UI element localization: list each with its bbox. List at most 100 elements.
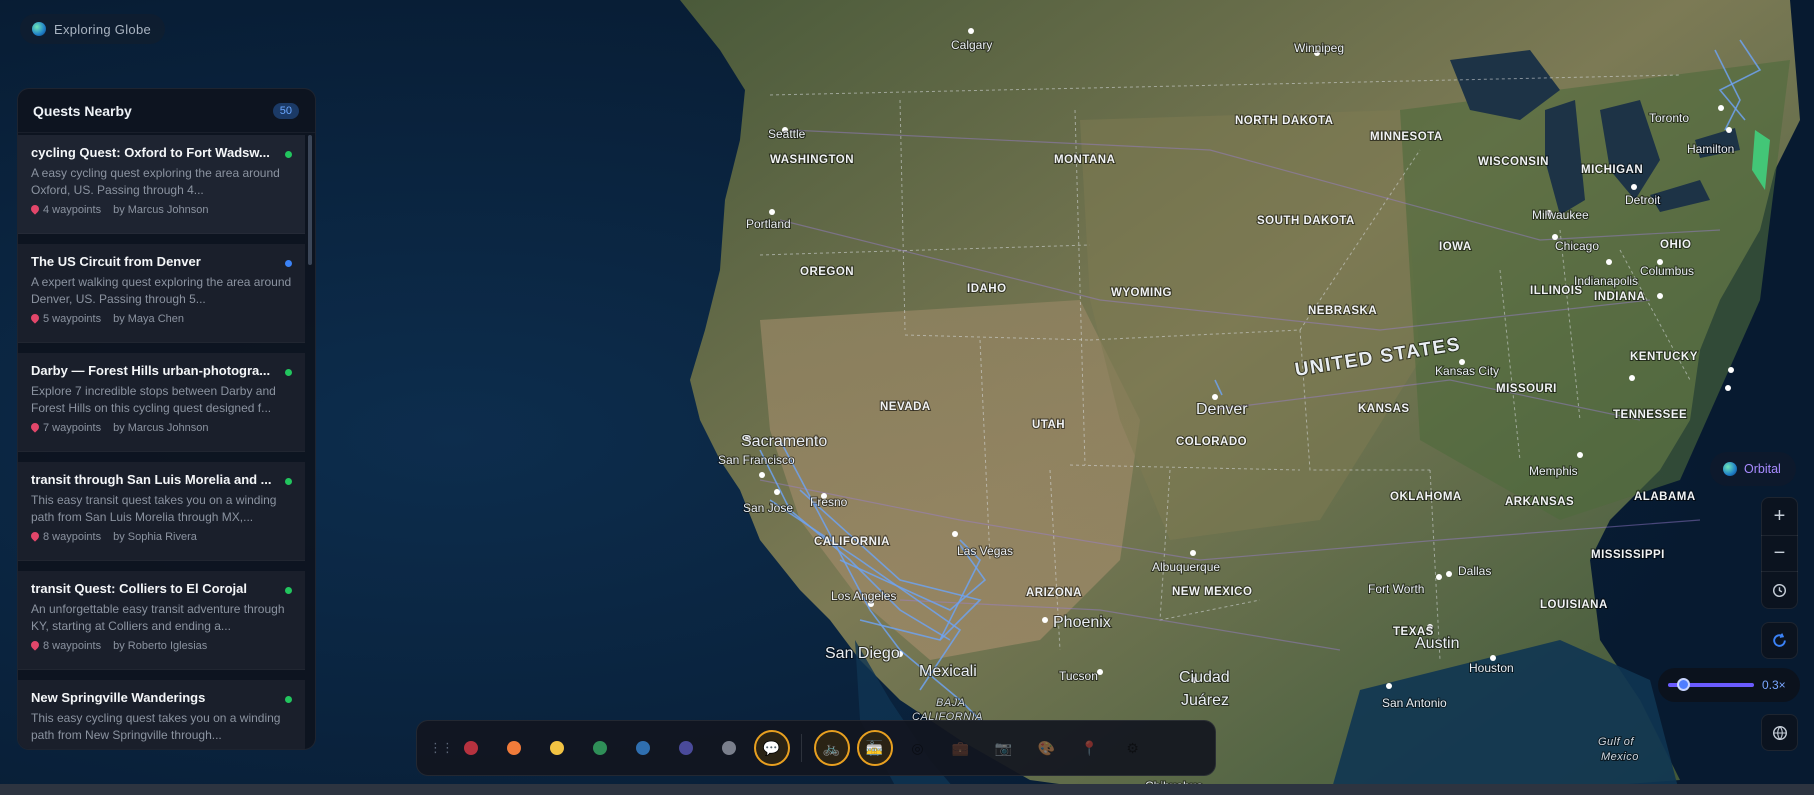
svg-text:Calgary: Calgary bbox=[951, 38, 992, 52]
globe-outline-icon bbox=[1772, 725, 1787, 740]
quest-list-scrollbar[interactable] bbox=[308, 135, 312, 265]
dot-indigo-icon bbox=[678, 741, 693, 755]
quests-panel-title: Quests Nearby bbox=[33, 102, 132, 119]
dot-blue-icon bbox=[635, 741, 650, 755]
svg-text:Fort Worth: Fort Worth bbox=[1368, 582, 1424, 596]
transit-button[interactable]: 🚋 bbox=[856, 730, 893, 766]
svg-text:NEBRASKA: NEBRASKA bbox=[1308, 305, 1377, 317]
dot-yellow-icon bbox=[549, 741, 564, 755]
bike-button[interactable]: 🚲 bbox=[813, 730, 850, 766]
zoom-out-button[interactable]: − bbox=[1761, 534, 1798, 572]
globe-view-button[interactable] bbox=[1761, 714, 1798, 751]
svg-text:MONTANA: MONTANA bbox=[1054, 154, 1115, 166]
svg-text:Juárez: Juárez bbox=[1181, 692, 1229, 709]
dot-orange-button[interactable] bbox=[496, 730, 532, 766]
quest-title: New Springville Wanderings bbox=[31, 690, 206, 705]
speed-value: 0.3× bbox=[1762, 678, 1786, 692]
orbital-mode-button[interactable]: Orbital bbox=[1710, 452, 1796, 486]
speed-slider[interactable] bbox=[1668, 678, 1754, 691]
quest-card[interactable]: cycling Quest: Oxford to Fort Wadsw... A … bbox=[18, 135, 305, 234]
quest-meta: 7 waypoints by Marcus Johnson bbox=[31, 422, 293, 434]
svg-text:Phoenix: Phoenix bbox=[1053, 614, 1111, 631]
auto-rotate-button[interactable] bbox=[1761, 622, 1798, 659]
dot-red-icon bbox=[463, 741, 478, 755]
svg-text:SOUTH DAKOTA: SOUTH DAKOTA bbox=[1257, 215, 1355, 227]
quest-list[interactable]: cycling Quest: Oxford to Fort Wadsw... A … bbox=[18, 135, 305, 749]
svg-text:ARKANSAS: ARKANSAS bbox=[1505, 496, 1574, 508]
svg-text:Austin: Austin bbox=[1415, 635, 1459, 652]
svg-text:Memphis: Memphis bbox=[1529, 464, 1578, 478]
dot-indigo-button[interactable] bbox=[668, 730, 704, 766]
svg-text:ARIZONA: ARIZONA bbox=[1026, 587, 1082, 599]
svg-text:KANSAS: KANSAS bbox=[1358, 403, 1410, 415]
pin-button[interactable]: 📍 bbox=[1072, 730, 1108, 766]
target-icon: ◎ bbox=[911, 740, 924, 756]
clock-icon bbox=[1772, 583, 1787, 597]
svg-text:Portland: Portland bbox=[746, 217, 791, 231]
quest-card[interactable]: Darby — Forest Hills urban-photogra... Ex… bbox=[18, 353, 305, 452]
svg-text:Los Angeles: Los Angeles bbox=[831, 589, 896, 603]
svg-text:UTAH: UTAH bbox=[1032, 419, 1065, 431]
quest-card[interactable]: transit through San Luis Morelia and ...… bbox=[18, 462, 305, 561]
chat-button[interactable]: 💬 bbox=[753, 730, 790, 766]
quest-card[interactable]: transit Quest: Colliers to El Corojal An … bbox=[18, 571, 305, 670]
svg-text:Winnipeg: Winnipeg bbox=[1294, 41, 1344, 55]
quest-status-dot bbox=[285, 151, 292, 158]
camera-button[interactable]: 📷 bbox=[986, 730, 1022, 766]
svg-text:WISCONSIN: WISCONSIN bbox=[1478, 156, 1549, 168]
history-button[interactable] bbox=[1761, 571, 1798, 608]
globe-app: Calgary Winnipeg Seattle Portland WASHIN… bbox=[0, 0, 1814, 795]
quest-status-dot bbox=[285, 260, 292, 267]
gear-button[interactable]: ⚙ bbox=[1115, 730, 1151, 766]
quest-card[interactable]: New Springville Wanderings This easy cycl… bbox=[18, 680, 305, 749]
bottom-status-strip bbox=[0, 784, 1814, 795]
quest-meta: 5 waypoints by Maya Chen bbox=[31, 313, 293, 325]
quest-card[interactable]: The US Circuit from Denver A expert walki… bbox=[18, 244, 305, 343]
dot-red-button[interactable] bbox=[453, 730, 489, 766]
quests-panel: Quests Nearby 50 cycling Quest: Oxford t… bbox=[17, 88, 316, 750]
drag-handle-icon[interactable]: ⋮⋮ bbox=[429, 740, 454, 756]
svg-text:INDIANA: INDIANA bbox=[1594, 291, 1645, 303]
svg-text:OKLAHOMA: OKLAHOMA bbox=[1390, 491, 1462, 503]
palette-button[interactable]: 🎨 bbox=[1029, 730, 1065, 766]
quest-description: A expert walking quest exploring the are… bbox=[31, 275, 292, 306]
briefcase-button[interactable]: 💼 bbox=[943, 730, 979, 766]
svg-text:San Antonio: San Antonio bbox=[1382, 696, 1447, 710]
zoom-in-button[interactable]: + bbox=[1761, 498, 1798, 535]
transit-icon: 🚋 bbox=[865, 740, 884, 756]
svg-text:MISSISSIPPI: MISSISSIPPI bbox=[1591, 549, 1665, 561]
app-title-pill: Exploring Globe bbox=[20, 14, 165, 44]
dot-green-button[interactable] bbox=[582, 730, 618, 766]
dot-blue-button[interactable] bbox=[625, 730, 661, 766]
svg-text:Tucson: Tucson bbox=[1059, 669, 1098, 683]
dot-yellow-button[interactable] bbox=[539, 730, 575, 766]
svg-text:Gulf of: Gulf of bbox=[1598, 736, 1634, 748]
svg-text:BAJA: BAJA bbox=[936, 697, 966, 709]
pin-icon bbox=[31, 205, 39, 216]
target-button[interactable]: ◎ bbox=[900, 730, 936, 766]
dot-orange-icon bbox=[506, 741, 521, 755]
speed-slider-knob[interactable] bbox=[1677, 678, 1690, 691]
svg-text:CALIFORNIA: CALIFORNIA bbox=[814, 536, 890, 548]
svg-text:Houston: Houston bbox=[1469, 661, 1514, 675]
svg-text:Seattle: Seattle bbox=[768, 127, 806, 141]
pin-icon bbox=[31, 532, 39, 543]
app-title: Exploring Globe bbox=[54, 21, 151, 37]
svg-text:NEW MEXICO: NEW MEXICO bbox=[1172, 586, 1252, 598]
quest-meta: 8 waypoints by Sophia Rivera bbox=[31, 531, 293, 543]
svg-text:Fresno: Fresno bbox=[810, 495, 848, 509]
dot-gray-button[interactable] bbox=[711, 730, 747, 766]
svg-text:Sacramento: Sacramento bbox=[741, 433, 827, 450]
quest-waypoints: 8 waypoints bbox=[43, 531, 102, 543]
globe-icon bbox=[32, 22, 46, 36]
svg-text:TENNESSEE: TENNESSEE bbox=[1613, 409, 1687, 421]
pin-icon bbox=[31, 423, 39, 434]
svg-text:KENTUCKY: KENTUCKY bbox=[1630, 351, 1698, 363]
pin-icon bbox=[31, 641, 39, 652]
palette-icon: 🎨 bbox=[1037, 740, 1056, 756]
quest-waypoints: 4 waypoints bbox=[43, 204, 102, 216]
pin-icon: 📍 bbox=[1080, 740, 1099, 756]
quest-author: by Roberto Iglesias bbox=[113, 640, 208, 652]
svg-text:Kansas City: Kansas City bbox=[1435, 364, 1499, 378]
quest-author: by Marcus Johnson bbox=[113, 204, 209, 216]
